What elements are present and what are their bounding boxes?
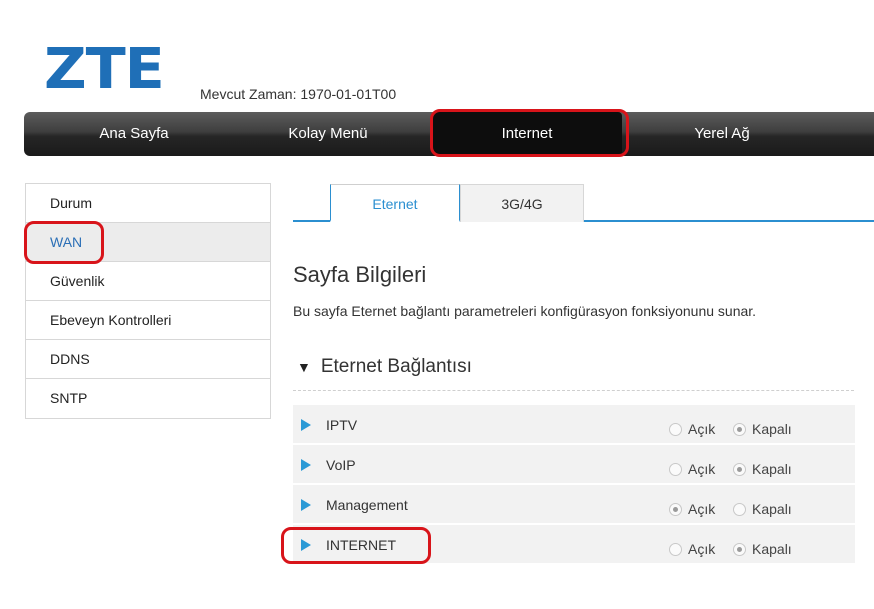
radio-option-off[interactable]: Kapalı	[733, 501, 792, 517]
connection-name[interactable]: VoIP	[326, 457, 356, 473]
sidebar-item-wan[interactable]: WAN	[26, 223, 270, 262]
radio-option-off[interactable]: Kapalı	[733, 461, 792, 477]
connection-name[interactable]: INTERNET	[326, 537, 396, 553]
radio-button[interactable]	[669, 542, 682, 556]
radio-button[interactable]	[669, 422, 682, 436]
section-divider	[293, 390, 854, 391]
nav-internet[interactable]: Internet	[432, 112, 622, 156]
page-title: Sayfa Bilgileri	[293, 262, 427, 287]
connection-name[interactable]: IPTV	[326, 417, 357, 433]
sidebar-item-parental-controls[interactable]: Ebeveyn Kontrolleri	[26, 301, 270, 340]
collapse-arrow-icon: ▼	[297, 359, 311, 375]
connection-row-internet: INTERNET Açık Kapalı	[293, 525, 855, 565]
section-title: Eternet Bağlantısı	[320, 356, 472, 377]
radio-option-off[interactable]: Kapalı	[733, 421, 792, 437]
main-nav: Ana Sayfa Kolay Menü Internet Yerel Ağ	[24, 112, 874, 156]
tab-eternet[interactable]: Eternet	[330, 184, 460, 222]
radio-button[interactable]	[669, 462, 682, 476]
radio-option-on[interactable]: Açık	[669, 421, 715, 437]
nav-easy-menu[interactable]: Kolay Menü	[238, 112, 418, 156]
radio-button[interactable]	[733, 462, 746, 476]
radio-option-on[interactable]: Açık	[669, 461, 715, 477]
radio-button[interactable]	[733, 422, 746, 436]
sidebar-item-sntp[interactable]: SNTP	[26, 379, 270, 418]
connection-row-voip: VoIP Açık Kapalı	[293, 445, 855, 485]
page-description: Bu sayfa Eternet bağlantı parametreleri …	[293, 303, 757, 319]
sidebar: Durum WAN Güvenlik Ebeveyn Kontrolleri D…	[25, 183, 271, 419]
radio-label: Kapalı	[752, 461, 792, 477]
nav-home[interactable]: Ana Sayfa	[44, 112, 224, 156]
section-eternet-connection[interactable]: ▼ Eternet Bağlantısı	[297, 356, 472, 378]
expand-triangle-icon[interactable]	[301, 499, 311, 511]
radio-option-off[interactable]: Kapalı	[733, 541, 792, 557]
expand-triangle-icon[interactable]	[301, 419, 311, 431]
radio-label: Kapalı	[752, 541, 792, 557]
nav-local-network[interactable]: Yerel Ağ	[632, 112, 812, 156]
connection-name[interactable]: Management	[326, 497, 408, 513]
radio-option-on[interactable]: Açık	[669, 501, 715, 517]
sidebar-item-ddns[interactable]: DDNS	[26, 340, 270, 379]
radio-label: Açık	[688, 421, 716, 437]
expand-triangle-icon[interactable]	[301, 539, 311, 551]
radio-label: Kapalı	[752, 421, 792, 437]
radio-label: Açık	[688, 501, 716, 517]
radio-label: Kapalı	[752, 501, 792, 517]
zte-logo: ZTE	[44, 37, 165, 102]
sidebar-item-durum[interactable]: Durum	[26, 184, 270, 223]
expand-triangle-icon[interactable]	[301, 459, 311, 471]
sidebar-item-guvenlik[interactable]: Güvenlik	[26, 262, 270, 301]
tab-3g-4g[interactable]: 3G/4G	[460, 184, 584, 222]
radio-button[interactable]	[733, 502, 746, 516]
radio-button[interactable]	[733, 542, 746, 556]
connection-row-iptv: IPTV Açık Kapalı	[293, 405, 855, 445]
radio-option-on[interactable]: Açık	[669, 541, 715, 557]
connection-row-management: Management Açık Kapalı	[293, 485, 855, 525]
radio-label: Açık	[688, 461, 716, 477]
radio-button[interactable]	[669, 502, 682, 516]
radio-label: Açık	[688, 541, 716, 557]
connection-list: IPTV Açık Kapalı VoIP Açık Kapalı Manage…	[293, 405, 855, 565]
current-time: Mevcut Zaman: 1970-01-01T00	[200, 86, 397, 102]
